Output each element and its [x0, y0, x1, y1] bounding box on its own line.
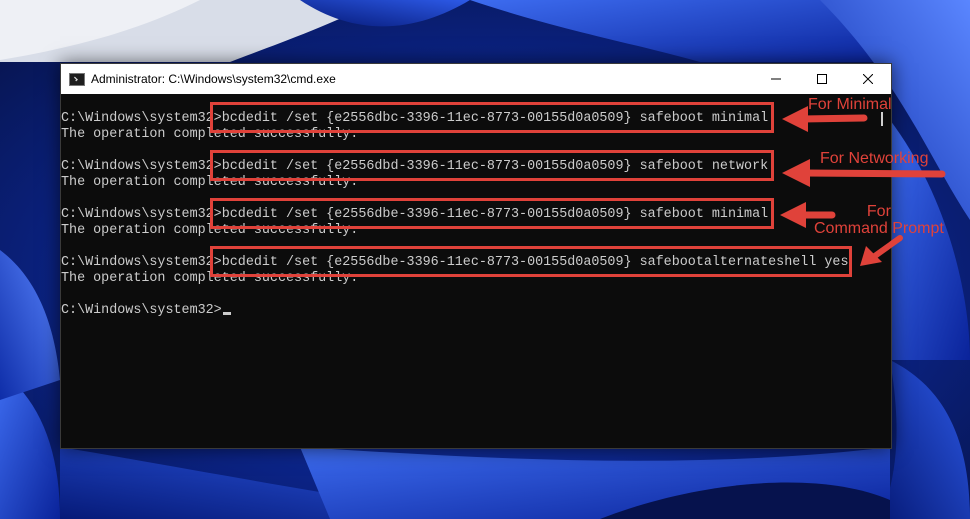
highlight-box-command-prompt	[210, 246, 852, 277]
prompt: C:\Windows\system32>	[61, 207, 222, 222]
arrow-icon	[782, 159, 946, 187]
close-button[interactable]	[845, 64, 891, 94]
maximize-button[interactable]	[799, 64, 845, 94]
title-bar[interactable]: Administrator: C:\Windows\system32\cmd.e…	[61, 64, 891, 94]
maximize-icon	[817, 74, 827, 84]
arrow-icon	[860, 235, 903, 266]
close-icon	[863, 74, 873, 84]
window-title: Administrator: C:\Windows\system32\cmd.e…	[91, 72, 336, 86]
highlight-box-networking	[210, 150, 774, 181]
console-icon	[69, 72, 85, 86]
arrow-icon	[780, 202, 836, 228]
window-controls	[753, 64, 891, 94]
minimize-icon	[771, 78, 781, 80]
highlight-box-minimal-2	[210, 198, 774, 229]
current-prompt-line[interactable]: C:\Windows\system32>	[61, 303, 231, 319]
arrow-icon	[782, 106, 868, 132]
prompt: C:\Windows\system32>	[61, 111, 222, 126]
highlight-box-minimal	[210, 102, 774, 133]
prompt: C:\Windows\system32>	[61, 159, 222, 174]
text-cursor	[222, 312, 231, 315]
scrollbar-thumb[interactable]	[881, 112, 883, 126]
minimize-button[interactable]	[753, 64, 799, 94]
prompt: C:\Windows\system32>	[61, 303, 222, 318]
prompt: C:\Windows\system32>	[61, 255, 222, 270]
